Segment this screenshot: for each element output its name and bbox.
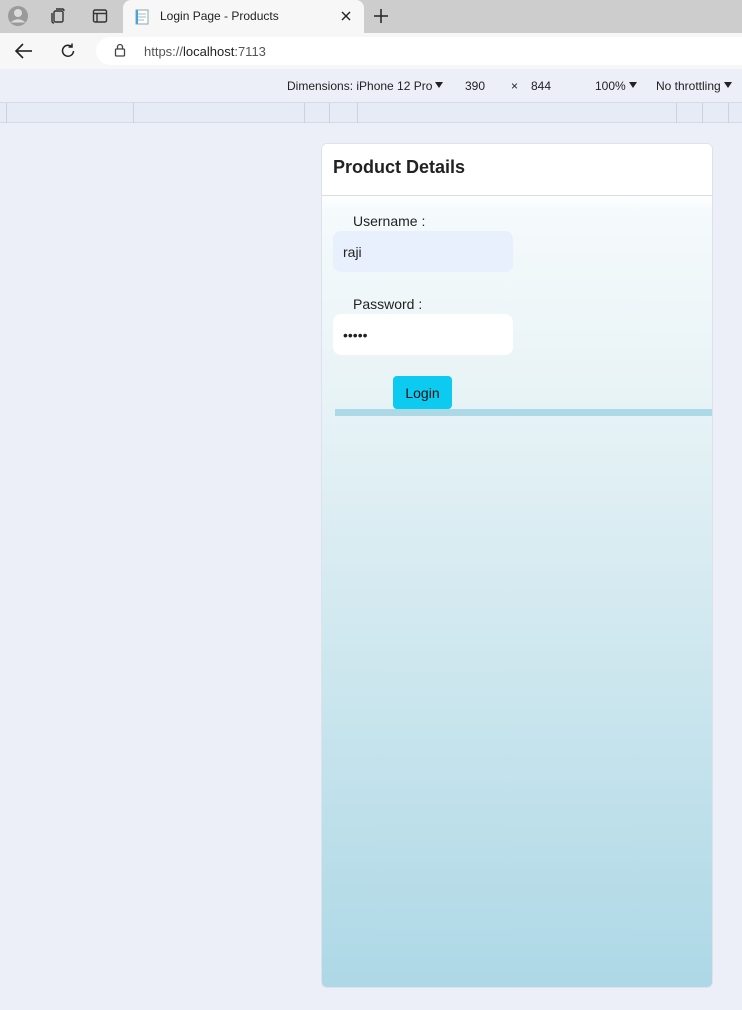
address-bar-row: https://localhost:7113 [0, 33, 742, 69]
new-tab-icon[interactable] [369, 4, 393, 28]
username-input[interactable] [333, 231, 513, 272]
chevron-down-icon [628, 82, 637, 88]
ruler-segment[interactable] [702, 103, 703, 123]
ruler-segment[interactable] [676, 103, 677, 123]
throttling-dropdown[interactable]: No throttling [656, 79, 732, 93]
close-tab-icon[interactable] [336, 6, 356, 26]
lock-icon[interactable] [114, 43, 126, 62]
height-input[interactable]: 844 [531, 79, 551, 93]
address-bar[interactable]: https://localhost:7113 [96, 37, 742, 65]
refresh-icon[interactable] [56, 39, 80, 63]
back-arrow-icon[interactable] [12, 39, 36, 63]
tab-login-page[interactable]: Login Page - Products [123, 0, 364, 33]
tab-actions-icon[interactable] [87, 4, 113, 28]
dimensions-dropdown[interactable]: Dimensions: iPhone 12 Pro [287, 79, 444, 93]
ruler-segment[interactable] [329, 103, 330, 123]
ruler-segment[interactable] [728, 103, 729, 123]
password-input[interactable] [333, 314, 513, 355]
ruler-segment[interactable] [304, 103, 305, 123]
tab-strip: Login Page - Products [0, 0, 742, 33]
chevron-down-icon [435, 82, 444, 88]
password-label: Password : [353, 296, 423, 312]
collections-icon[interactable] [45, 4, 71, 28]
login-button[interactable]: Login [393, 376, 452, 409]
chevron-down-icon [723, 82, 732, 88]
zoom-dropdown[interactable]: 100% [595, 79, 637, 93]
ruler-segment[interactable] [133, 103, 134, 123]
width-input[interactable]: 390 [465, 79, 485, 93]
page-icon [135, 9, 149, 25]
times-sign: × [511, 79, 519, 93]
url-text: https://localhost:7113 [144, 44, 266, 59]
divider-bar [335, 409, 712, 416]
device-toolbar: Dimensions: iPhone 12 Pro 390 × 844 100%… [0, 69, 742, 102]
ruler-segment[interactable] [357, 103, 358, 123]
card-header: Product Details [322, 144, 712, 196]
page-title: Product Details [333, 157, 466, 177]
profile-icon[interactable] [5, 4, 31, 28]
device-viewport: Product Details Username : Password : Lo… [321, 143, 713, 988]
username-label: Username : [353, 213, 426, 229]
ruler-segment[interactable] [6, 103, 7, 123]
tab-title: Login Page - Products [160, 9, 279, 23]
media-query-ruler [0, 102, 742, 123]
